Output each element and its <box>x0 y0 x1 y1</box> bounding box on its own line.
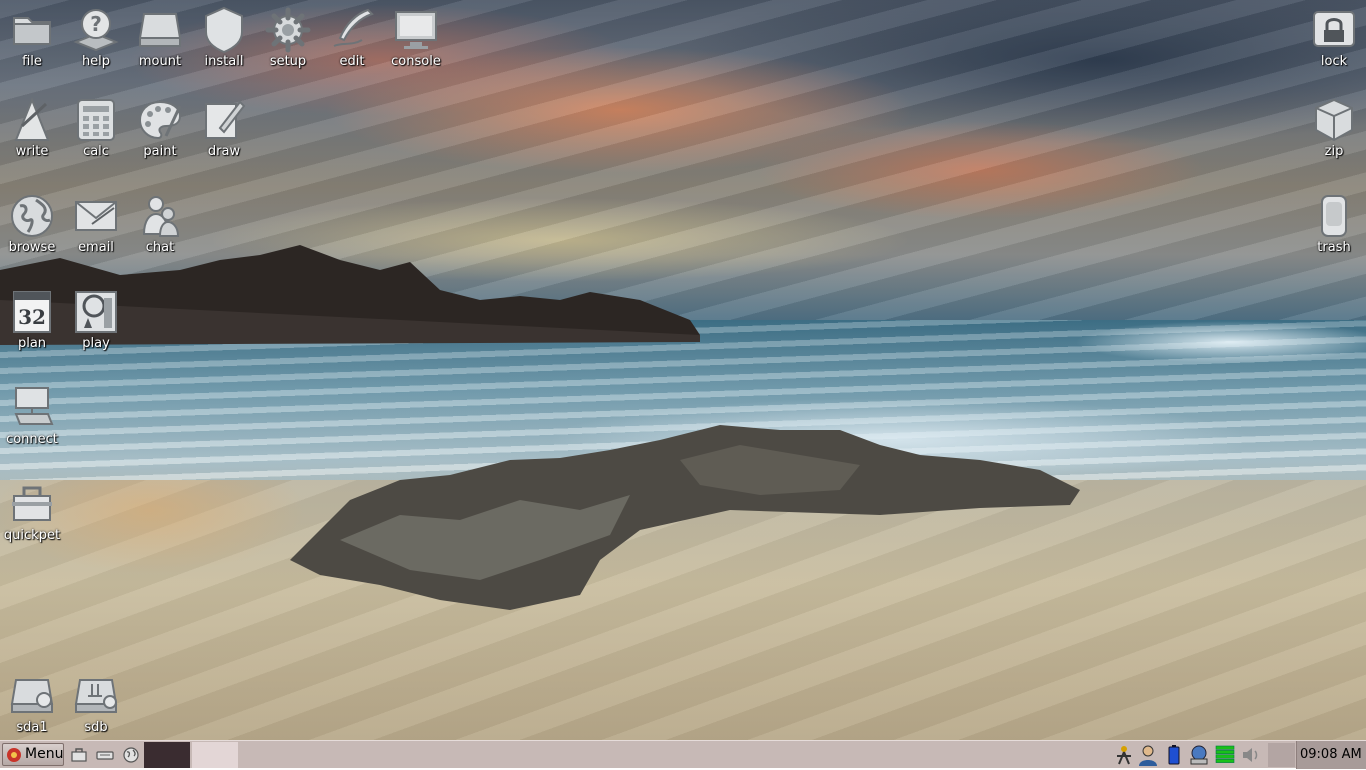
desktop-icon-console[interactable]: console <box>384 6 448 69</box>
desktop-icon-email[interactable]: email <box>64 192 128 255</box>
draw-icon <box>200 96 248 144</box>
desktop-icon-sdb[interactable]: sdb <box>64 672 128 735</box>
menu-logo-icon <box>6 747 22 763</box>
help-icon: ? <box>72 6 120 54</box>
desktop-icon-paint[interactable]: paint <box>128 96 192 159</box>
media-icon <box>72 288 120 336</box>
calendar-day-number: 32 <box>18 305 46 329</box>
gear-icon <box>264 6 312 54</box>
drive-gear-icon <box>8 672 56 720</box>
desktop-icon-calc[interactable]: calc <box>64 96 128 159</box>
desktop-icon-setup[interactable]: setup <box>256 6 320 69</box>
start-menu-label: Menu <box>25 746 64 762</box>
pen-icon <box>8 96 56 144</box>
desktop-icon-chat[interactable]: chat <box>128 192 192 255</box>
desktop-icon-trash[interactable]: trash <box>1302 192 1366 255</box>
monitor-icon <box>392 6 440 54</box>
desktop-icon-write[interactable]: write <box>0 96 64 159</box>
folder-icon <box>8 6 56 54</box>
shield-icon <box>200 6 248 54</box>
lock-icon <box>1310 6 1358 54</box>
taskbar-task-inactive[interactable] <box>192 742 238 768</box>
tray-network-icon[interactable] <box>1188 744 1210 766</box>
start-menu-button[interactable]: Menu <box>2 743 64 766</box>
tray-volume-icon[interactable] <box>1240 744 1262 766</box>
calculator-icon <box>72 96 120 144</box>
quicklaunch-globe-icon[interactable] <box>122 746 140 764</box>
box-icon <box>1310 96 1358 144</box>
desktop-icon-edit[interactable]: edit <box>320 6 384 69</box>
quicklaunch-toolbox-icon[interactable] <box>70 746 88 764</box>
desktop-icon-connect[interactable]: connect <box>0 384 64 447</box>
palette-icon <box>136 96 184 144</box>
quill-icon <box>328 6 376 54</box>
desktop-icon-file[interactable]: file <box>0 6 64 69</box>
quicklaunch-keyboard-icon[interactable] <box>96 746 114 764</box>
network-icon <box>8 384 56 432</box>
desktop-icon-zip[interactable]: zip <box>1302 96 1366 159</box>
tray-person-icon[interactable] <box>1113 744 1135 766</box>
desktop-icon-sda1[interactable]: sda1 <box>0 672 64 735</box>
taskbar: Menu 09:08 AM <box>0 740 1366 769</box>
desktop-icon-plan[interactable]: 32 plan <box>0 288 64 351</box>
tray-separator <box>1268 743 1295 767</box>
tray-user-icon[interactable] <box>1137 744 1159 766</box>
wallpaper-rocks <box>290 425 1080 610</box>
drive-icon <box>136 6 184 54</box>
desktop-icon-help[interactable]: ? help <box>64 6 128 69</box>
desktop-icon-install[interactable]: install <box>192 6 256 69</box>
taskbar-task-active[interactable] <box>144 742 190 768</box>
desktop-icon-draw[interactable]: draw <box>192 96 256 159</box>
toolbox-icon <box>8 480 56 528</box>
desktop-icon-play[interactable]: play <box>64 288 128 351</box>
tray-cpu-meter-icon[interactable] <box>1214 744 1236 766</box>
calendar-icon: 32 <box>8 288 56 336</box>
desktop-icon-browse[interactable]: browse <box>0 192 64 255</box>
svg-text:?: ? <box>90 12 102 36</box>
taskbar-clock[interactable]: 09:08 AM <box>1300 747 1362 762</box>
desktop-icon-lock[interactable]: lock <box>1302 6 1366 69</box>
trash-icon <box>1310 192 1358 240</box>
chat-people-icon <box>136 192 184 240</box>
desktop-icon-mount[interactable]: mount <box>128 6 192 69</box>
desktop-icon-quickpet[interactable]: quickpet <box>0 480 64 543</box>
tray-battery-icon[interactable] <box>1163 744 1185 766</box>
usb-drive-icon <box>72 672 120 720</box>
envelope-icon <box>72 192 120 240</box>
globe-icon <box>8 192 56 240</box>
